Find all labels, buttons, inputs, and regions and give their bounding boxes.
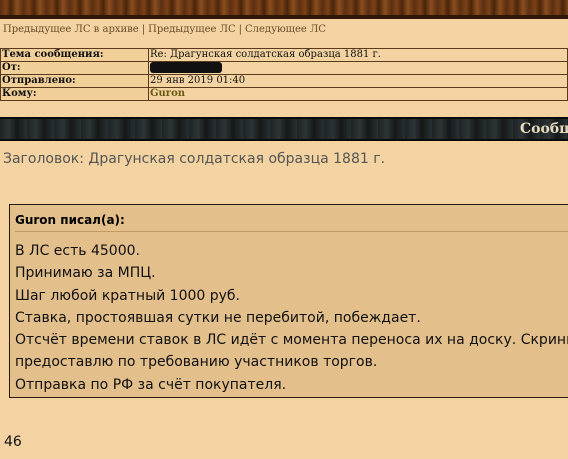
sent-row: Отправлено: 29 янв 2019 01:40 <box>0 74 568 88</box>
quote-body: В ЛС есть 45000. Принимаю за МПЦ. Шаг лю… <box>15 240 568 396</box>
next-message-link[interactable]: Следующее ЛС <box>245 24 326 35</box>
to-row: Кому: Guron <box>0 87 568 101</box>
subject-value: Re: Драгунская солдатская образца 1881 г… <box>148 48 568 62</box>
prev-archive-link[interactable]: Предыдущее ЛС в архиве <box>3 24 139 35</box>
sent-label: Отправлено: <box>0 74 149 88</box>
quote-author: Guron писал(а): <box>15 213 125 227</box>
from-label: От: <box>0 61 149 75</box>
nav-separator: | <box>141 24 146 35</box>
pm-navigation: Предыдущее ЛС в архиве | Предыдущее ЛС | Сле… <box>0 19 568 40</box>
from-row: От: <box>0 61 568 75</box>
to-label: Кому: <box>0 87 149 101</box>
quote-line: предоставлю по требованию участников тор… <box>15 354 378 371</box>
message-title-bar-label: Сообщ <box>520 121 568 137</box>
quote-line: Отправка по РФ за счёт покупателя. <box>15 376 287 393</box>
quote-line: Ставка, простоявшая сутки не перебитой, … <box>15 309 421 326</box>
redacted-sender <box>150 62 222 73</box>
quote-line: В ЛС есть 45000. <box>15 243 140 259</box>
message-header-table: Тема сообщения: Re: Драгунская солдатска… <box>0 48 568 101</box>
recipient-link[interactable]: Guron <box>150 88 185 99</box>
message-subject: Заголовок: Драгунская солдатская образца… <box>3 151 386 167</box>
from-value <box>148 61 568 75</box>
quote-line: Отсчёт времени ставок в ЛС идёт с момент… <box>15 332 568 349</box>
quote-line: Шаг любой кратный 1000 руб. <box>15 287 241 304</box>
sent-value: 29 янв 2019 01:40 <box>148 74 568 88</box>
to-value-cell: Guron <box>148 87 568 101</box>
quote-block: Guron писал(а): В ЛС есть 45000. Принима… <box>9 204 568 398</box>
message-title-bar: Сообщ <box>0 117 568 141</box>
subject-row: Тема сообщения: Re: Драгунская солдатска… <box>0 48 568 62</box>
top-wood-border <box>0 0 568 19</box>
nav-separator: | <box>238 24 242 35</box>
subject-label: Тема сообщения: <box>0 48 149 62</box>
prev-message-link[interactable]: Предыдущее ЛС <box>148 24 236 35</box>
reply-text: 46 <box>4 434 22 450</box>
quote-line: Принимаю за МПЦ. <box>15 265 156 282</box>
